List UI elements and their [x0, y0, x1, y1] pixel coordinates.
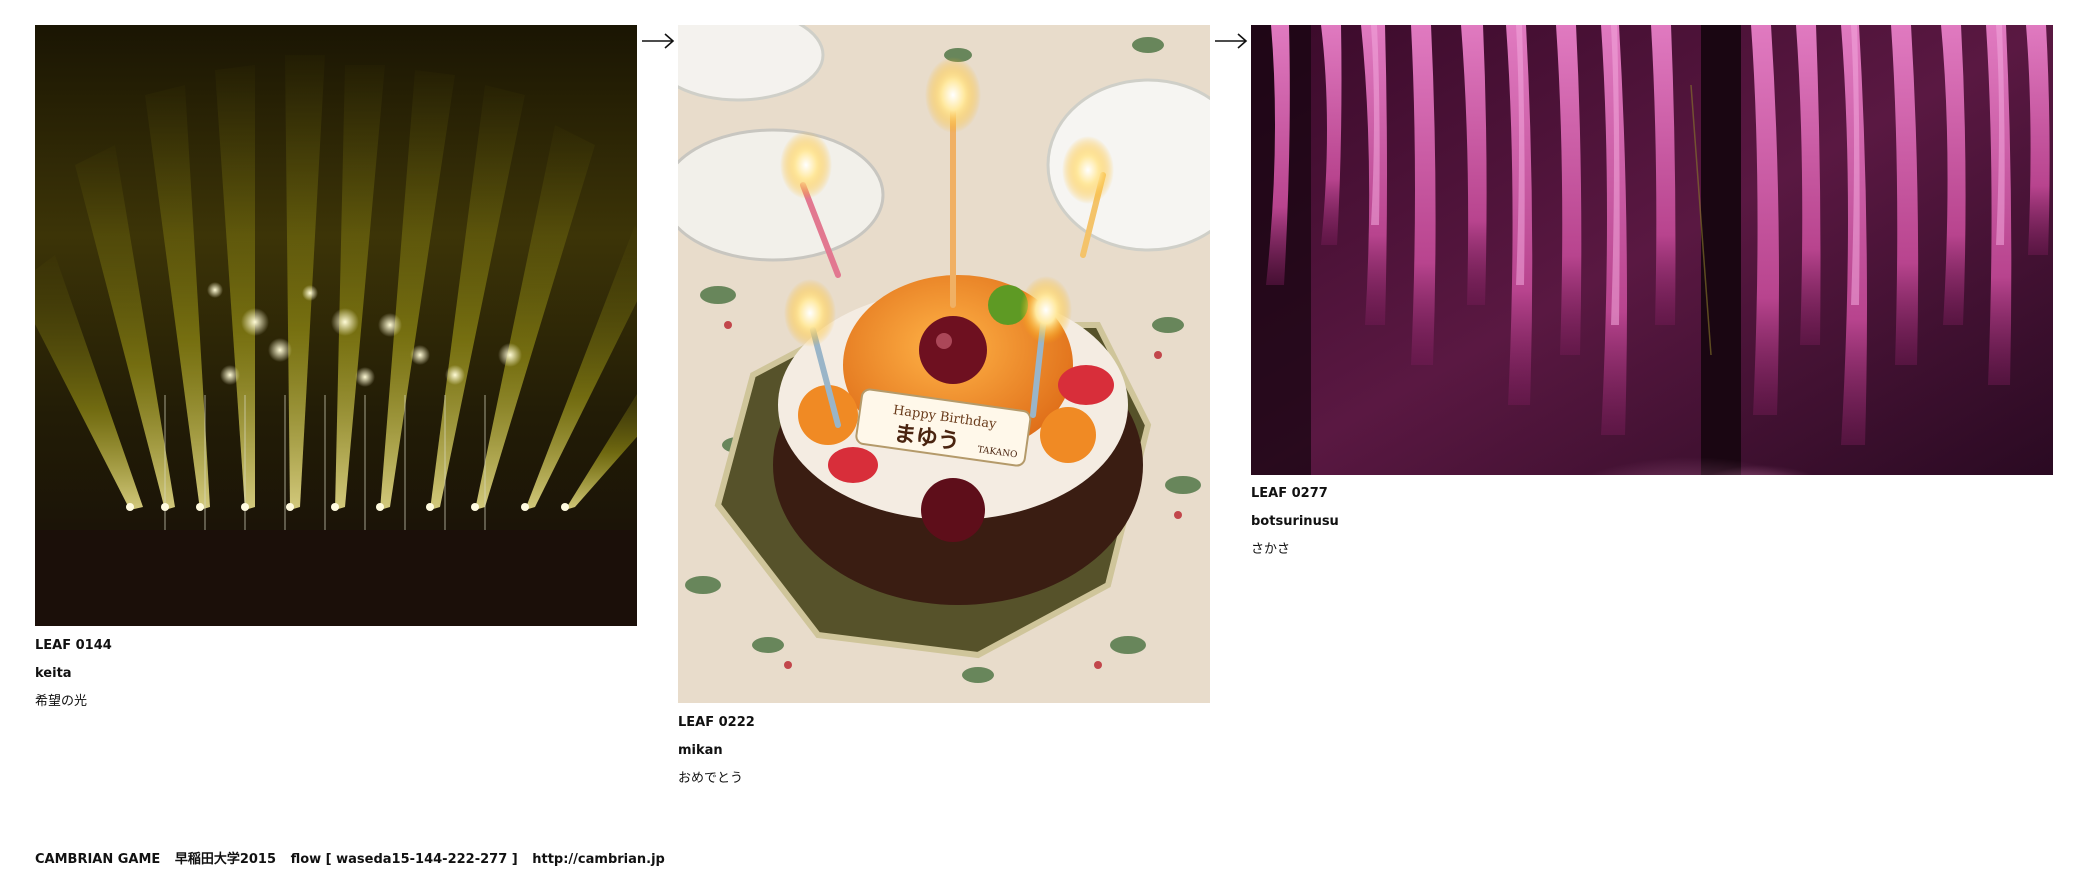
arrow-right-icon [1214, 31, 1248, 51]
leaf-author[interactable]: keita [35, 660, 112, 688]
leaf-title: さかさ [1251, 542, 1291, 557]
footer-url-link[interactable]: http://cambrian.jp [532, 852, 665, 867]
leaf-caption: LEAF 0144 keita 希望の光 [35, 632, 112, 716]
leaf-caption: LEAF 0277 botsurinusu さかさ [1251, 480, 1339, 564]
leaf-id: LEAF 0144 [35, 638, 112, 653]
leaf-author[interactable]: botsurinusu [1251, 508, 1339, 536]
leaf-id: LEAF 0277 [1251, 486, 1328, 501]
leaf-caption: LEAF 0222 mikan おめでとう [678, 709, 755, 793]
leaf-title: おめでとう [678, 771, 744, 786]
footer-flow: flow [ waseda15-144-222-277 ] [290, 852, 518, 867]
leaf-author[interactable]: mikan [678, 737, 755, 765]
leaf-photo-birthday-cake[interactable]: Happy Birthday まゆう TAKANO [678, 25, 1210, 703]
leaf-id: LEAF 0222 [678, 715, 755, 730]
leaf-photo-concert[interactable] [35, 25, 637, 626]
footer: CAMBRIAN GAME 早稲田大学2015 flow [ waseda15-… [35, 848, 665, 867]
footer-school: 早稲田大学2015 [174, 852, 277, 867]
page: Happy Birthday まゆう TAKANO LEAF 0144 keit… [0, 0, 2083, 884]
arrow-right-icon [641, 31, 675, 51]
leaf-photo-wisteria[interactable] [1251, 25, 2053, 475]
leaf-title: 希望の光 [35, 694, 88, 709]
footer-project: CAMBRIAN GAME [35, 852, 161, 867]
